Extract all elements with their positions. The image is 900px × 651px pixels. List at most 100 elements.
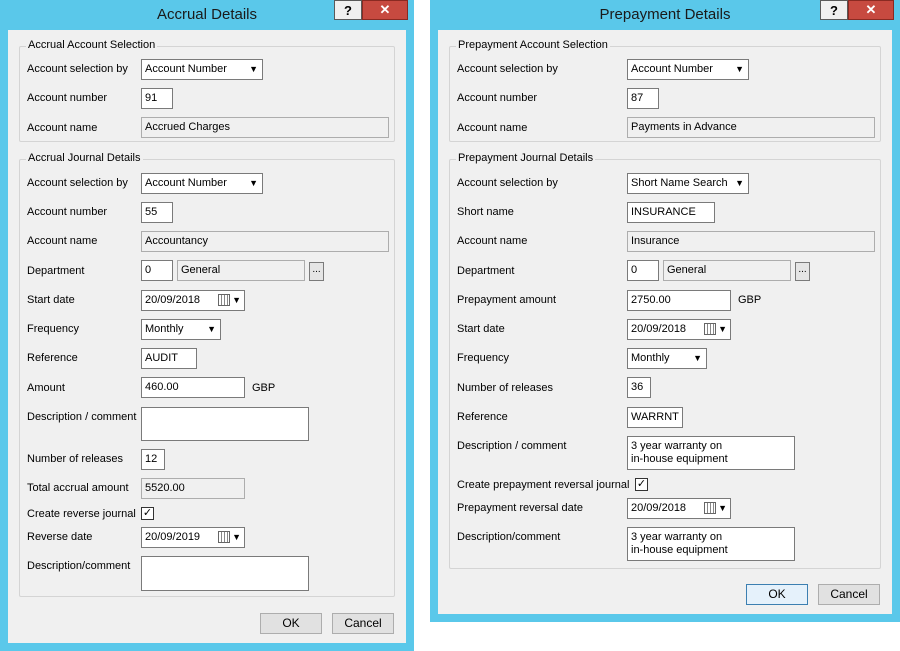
frequency-label: Frequency [27,323,79,335]
ok-button[interactable]: OK [746,584,808,605]
close-button[interactable]: ✕ [848,0,894,20]
account-number-field[interactable]: 91 [141,88,173,109]
chevron-down-icon: ▼ [249,64,258,74]
cancel-button[interactable]: Cancel [332,613,394,634]
chevron-down-icon: ▼ [232,532,241,542]
prepayment-titlebar[interactable]: Prepayment Details ? ✕ [430,0,900,30]
calendar-icon [704,502,716,514]
account-name-label: Account name [27,235,98,247]
reverse-date-label: Reverse date [27,531,93,543]
releases-label: Number of releases [457,382,553,394]
prepayment-amount-field[interactable]: 2750.00 [627,290,731,311]
releases-label: Number of releases [27,453,123,465]
prepayment-client: Prepayment Account Selection Account sel… [438,30,892,614]
start-date-picker[interactable]: 20/09/2018 ▼ [627,319,731,340]
department-browse-button[interactable]: ... [309,262,324,281]
help-button[interactable]: ? [820,0,848,20]
account-number-field[interactable]: 55 [141,202,173,223]
journal-selection-dropdown[interactable]: Short Name Search ▼ [627,173,749,194]
department-browse-button[interactable]: ... [795,262,810,281]
short-name-label: Short name [457,206,514,218]
close-button[interactable]: ✕ [362,0,408,20]
description2-label: Description/comment [27,560,131,572]
account-number-label: Account number [27,92,108,104]
frequency-label: Frequency [457,352,509,364]
date-value: 20/09/2018 [631,323,687,335]
chevron-down-icon: ▼ [232,295,241,305]
dropdown-value: Monthly [631,352,670,364]
accrual-dialog: Accrual Details ? ✕ Accrual Account Sele… [0,0,414,651]
amount-label: Amount [27,382,65,394]
selection-label: Account selection by [457,63,558,75]
amount-field[interactable]: 460.00 [141,377,245,398]
prepayment-dialog: Prepayment Details ? ✕ Prepayment Accoun… [430,0,900,622]
total-field: 5520.00 [141,478,245,499]
description2-label: Description/comment [457,531,561,543]
ok-button[interactable]: OK [260,613,322,634]
selection-label: Account selection by [457,177,558,189]
prepayment-amount-label: Prepayment amount [457,294,557,306]
department-label: Department [27,265,85,277]
description-label: Description / comment [27,411,137,423]
description-textarea[interactable]: 3 year warranty on in-house equipment [627,436,795,470]
start-date-label: Start date [457,323,505,335]
total-label: Total accrual amount [27,482,129,494]
department-code-field[interactable]: 0 [627,260,659,281]
chevron-down-icon: ▼ [249,178,258,188]
reference-label: Reference [457,411,508,423]
account-number-label: Account number [457,92,538,104]
account-name-label: Account name [27,122,98,134]
account-name-label: Account name [457,122,528,134]
description-textarea[interactable] [141,407,309,441]
chevron-down-icon: ▼ [693,353,702,363]
accrual-titlebar[interactable]: Accrual Details ? ✕ [0,0,414,30]
currency-label: GBP [738,294,762,306]
frequency-dropdown[interactable]: Monthly ▼ [141,319,221,340]
help-button[interactable]: ? [334,0,362,20]
group-title: Prepayment Journal Details [456,152,596,164]
start-date-label: Start date [27,294,75,306]
reversal-journal-checkbox[interactable]: ✓ [635,478,648,491]
selection-label: Account selection by [27,177,128,189]
department-code-field[interactable]: 0 [141,260,173,281]
description-label: Description / comment [457,440,567,452]
reverse-journal-checkbox[interactable]: ✓ [141,507,154,520]
reverse-date-picker[interactable]: 20/09/2019 ▼ [141,527,245,548]
account-name-label: Account name [457,235,528,247]
department-name-field: General [663,260,791,281]
short-name-field[interactable]: INSURANCE [627,202,715,223]
selection-label: Account selection by [27,63,128,75]
dropdown-value: Account Number [145,177,227,189]
group-title: Accrual Account Selection [26,39,158,51]
account-selection-dropdown[interactable]: Account Number ▼ [141,59,263,80]
releases-field[interactable]: 12 [141,449,165,470]
chevron-down-icon: ▼ [735,64,744,74]
account-name-field: Payments in Advance [627,117,875,138]
releases-field[interactable]: 36 [627,377,651,398]
date-value: 20/09/2018 [631,502,687,514]
calendar-icon [218,294,230,306]
cancel-button[interactable]: Cancel [818,584,880,605]
chevron-down-icon: ▼ [735,178,744,188]
dropdown-value: Monthly [145,323,184,335]
chevron-down-icon: ▼ [718,503,727,513]
reversal-date-picker[interactable]: 20/09/2018 ▼ [627,498,731,519]
reference-field[interactable]: AUDIT [141,348,197,369]
account-number-field[interactable]: 87 [627,88,659,109]
group-title: Prepayment Account Selection [456,39,610,51]
journal-selection-dropdown[interactable]: Account Number ▼ [141,173,263,194]
frequency-dropdown[interactable]: Monthly ▼ [627,348,707,369]
department-name-field: General [177,260,305,281]
reversal-journal-label: Create prepayment reversal journal [457,479,630,491]
account-selection-dropdown[interactable]: Account Number ▼ [627,59,749,80]
start-date-picker[interactable]: 20/09/2018 ▼ [141,290,245,311]
reference-field[interactable]: WARRNT [627,407,683,428]
accrual-client: Accrual Account Selection Account select… [8,30,406,643]
dropdown-value: Short Name Search [631,177,728,189]
description2-textarea[interactable] [141,556,309,591]
chevron-down-icon: ▼ [207,324,216,334]
description2-textarea[interactable]: 3 year warranty on in-house equipment [627,527,795,561]
account-name-field: Accrued Charges [141,117,389,138]
currency-label: GBP [252,382,276,394]
dropdown-value: Account Number [631,63,713,75]
